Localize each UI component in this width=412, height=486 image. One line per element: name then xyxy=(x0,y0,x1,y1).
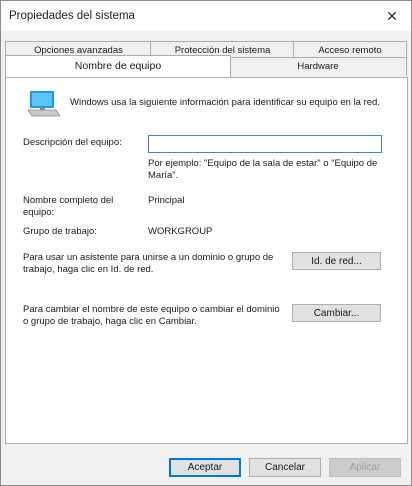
rename-text: Para cambiar el nombre de este equipo o … xyxy=(23,304,280,327)
workgroup-label: Grupo de trabajo: xyxy=(23,226,97,237)
window-title: Propiedades del sistema xyxy=(9,10,135,22)
tab-computer-name[interactable]: Nombre de equipo xyxy=(5,55,231,77)
network-id-text: Para usar un asistente para unirse a un … xyxy=(23,252,274,275)
tab-row-front: Nombre de equipo Hardware xyxy=(5,55,407,77)
tab-label: Acceso remoto xyxy=(318,45,382,56)
workgroup-value: WORKGROUP xyxy=(148,226,213,237)
network-id-button[interactable]: Id. de red... xyxy=(292,252,381,270)
system-properties-window: Propiedades del sistema ✕ Opciones avanz… xyxy=(0,0,412,486)
description-hint: Por ejemplo: "Equipo de la sala de estar… xyxy=(148,158,378,181)
tab-hardware[interactable]: Hardware xyxy=(229,57,407,76)
full-name-label: Nombre completo del equipo: xyxy=(23,195,114,218)
accept-button[interactable]: Aceptar xyxy=(169,458,241,477)
cancel-button[interactable]: Cancelar xyxy=(249,458,321,477)
full-name-value: Principal xyxy=(148,195,185,206)
tab-label: Nombre de equipo xyxy=(74,60,162,72)
description-input[interactable] xyxy=(148,135,382,153)
change-button[interactable]: Cambiar... xyxy=(292,304,381,322)
apply-button[interactable]: Aplicar xyxy=(329,458,401,477)
title-bar: Propiedades del sistema ✕ xyxy=(1,1,411,31)
computer-name-panel: Windows usa la siguiente información par… xyxy=(5,77,408,444)
computer-icon xyxy=(27,91,61,117)
intro-text: Windows usa la siguiente información par… xyxy=(70,97,380,108)
close-icon: ✕ xyxy=(386,7,398,24)
tab-label: Hardware xyxy=(297,61,339,72)
close-button[interactable]: ✕ xyxy=(379,5,405,27)
description-label: Descripción del equipo: xyxy=(23,137,122,148)
